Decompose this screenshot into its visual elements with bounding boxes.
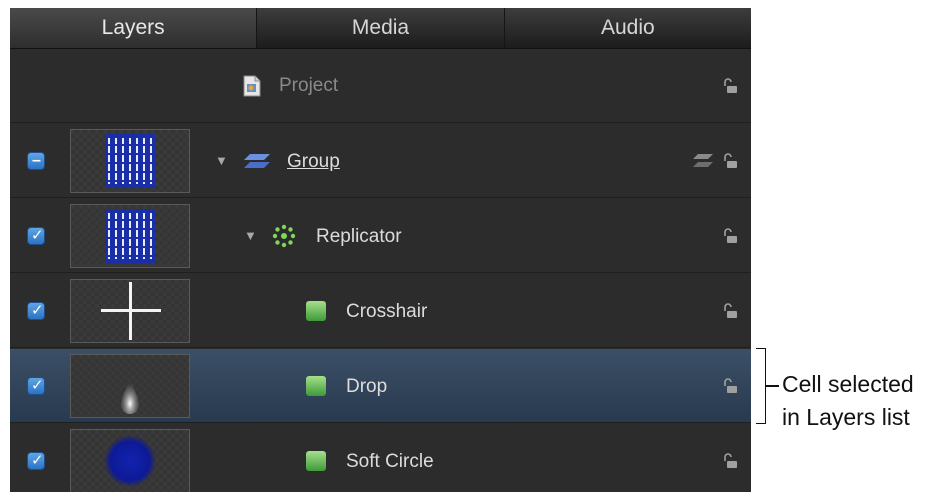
layer-row-replicator[interactable]: ✓ ▼ Replicator — [10, 199, 751, 273]
activation-checkbox[interactable]: – — [27, 152, 45, 170]
lock-icon[interactable] — [722, 228, 738, 244]
layer-thumbnail — [70, 129, 190, 193]
layer-label-crosshair: Crosshair — [346, 301, 428, 322]
activation-checkbox[interactable]: ✓ — [27, 227, 45, 245]
cell-icon — [306, 451, 326, 471]
group-layers-icon — [244, 154, 270, 168]
tab-media[interactable]: Media — [257, 8, 505, 48]
lock-icon[interactable] — [722, 378, 738, 394]
layer-label-drop: Drop — [346, 376, 388, 397]
cell-icon — [306, 301, 326, 321]
activation-checkbox[interactable]: ✓ — [27, 377, 45, 395]
lock-icon[interactable] — [722, 153, 738, 169]
layers-panel: Layers Media Audio Project – ▼ Group ✓ ▼… — [10, 8, 751, 492]
disclosure-triangle-icon[interactable]: ▼ — [244, 228, 257, 243]
callout-connector — [765, 385, 779, 387]
lock-icon[interactable] — [722, 453, 738, 469]
layer-label-project: Project — [279, 75, 339, 96]
tab-bar: Layers Media Audio — [10, 8, 751, 49]
tab-layers[interactable]: Layers — [10, 8, 258, 48]
layer-thumbnail — [70, 429, 190, 492]
stack-icon — [693, 154, 713, 167]
disclosure-triangle-icon[interactable]: ▼ — [215, 153, 228, 168]
replicator-icon — [272, 224, 296, 248]
layer-row-crosshair[interactable]: ✓ Crosshair — [10, 274, 751, 348]
activation-checkbox[interactable]: ✓ — [27, 452, 45, 470]
callout-text-line1: Cell selected — [782, 371, 914, 397]
layer-label-soft-circle: Soft Circle — [346, 451, 434, 472]
layer-thumbnail — [70, 279, 190, 343]
layer-thumbnail — [70, 204, 190, 268]
cell-icon — [306, 376, 326, 396]
activation-checkbox[interactable]: ✓ — [27, 302, 45, 320]
lock-icon[interactable] — [722, 78, 738, 94]
layer-row-drop[interactable]: ✓ Drop — [10, 349, 751, 423]
layer-row-project[interactable]: Project — [10, 49, 751, 123]
project-document-icon — [243, 75, 261, 97]
layer-row-soft-circle[interactable]: ✓ Soft Circle — [10, 424, 751, 492]
tab-audio[interactable]: Audio — [505, 8, 751, 48]
layer-thumbnail — [70, 354, 190, 418]
layer-label-group: Group — [287, 151, 340, 172]
layer-label-replicator: Replicator — [316, 226, 402, 247]
layer-row-group[interactable]: – ▼ Group — [10, 124, 751, 198]
lock-icon[interactable] — [722, 303, 738, 319]
callout-text-line2: in Layers list — [782, 404, 910, 430]
